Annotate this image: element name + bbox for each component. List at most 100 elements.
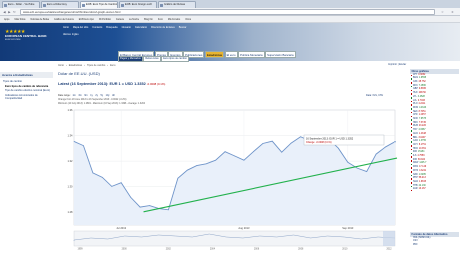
sidebar-item[interactable]: Tipo de cambio efectivo nominal (Euro): [3, 89, 51, 92]
currency-code: CAD: [413, 140, 418, 143]
data-point: [92, 172, 94, 174]
breadcrumb-item[interactable]: Estadísticas: [69, 64, 82, 67]
range-button[interactable]: 10y: [106, 94, 110, 97]
currency-link[interactable]: ZAR13.167: [410, 188, 460, 192]
breadcrumb-item[interactable]: Tipos de cambio: [87, 64, 105, 67]
data-point: [281, 151, 283, 153]
reload-icon[interactable]: ↻: [12, 10, 17, 15]
subnav-tab[interactable]: Pagos y Mercados: [118, 56, 143, 62]
url-input[interactable]: www.ecb.europa.eu/stats/exchange/eurofxr…: [20, 9, 435, 15]
bookmark-item[interactable]: Gráfico de Futuros: [54, 18, 74, 21]
navigator-year-label: 2006: [254, 248, 260, 250]
currency-code: DKK: [413, 84, 418, 87]
data-point: [262, 143, 264, 144]
menu-icon[interactable]: ≡: [450, 10, 455, 15]
bookmark-item[interactable]: Noticias de Bolsa: [30, 18, 48, 21]
bookmark-item[interactable]: ECB Euro tipo: [79, 18, 94, 21]
change-info: Change from 18 June 2013 to 16 September…: [58, 99, 127, 101]
currency-value: 1.6285: [418, 173, 426, 176]
sidebar-item[interactable]: Indicadores Armonizados de Competitivida…: [3, 94, 51, 100]
range-button[interactable]: 6m: [84, 94, 87, 97]
bookmark-item[interactable]: Otros: [185, 18, 191, 21]
currency-code: LVL: [413, 99, 417, 102]
site-menu-item[interactable]: Directorio de Enlaces: [151, 26, 175, 29]
site-utility-menu: Inicio Mapa del sitio Contacto Búsqueda Glos…: [63, 26, 191, 29]
browser-tab[interactable]: ECB: Euro foreign exch: [119, 1, 157, 8]
range-button[interactable]: 1y: [90, 94, 93, 97]
bookmark-item[interactable]: Blog Fin: [144, 18, 153, 21]
currency-value: 15184: [417, 151, 425, 154]
currency-value: 2.6667: [418, 129, 426, 132]
data-point: [177, 177, 179, 179]
site-menu-item[interactable]: Glosario: [122, 26, 131, 29]
bullet-icon: [410, 145, 413, 147]
data-point: [243, 159, 245, 161]
site-menu-item[interactable]: Inicio: [63, 26, 69, 29]
data-point: [83, 145, 84, 146]
sidebar-item[interactable]: Euro tipos de cambio de referencia: [3, 85, 51, 88]
breadcrumb-item[interactable]: Inicio: [58, 64, 64, 67]
bookmark-item[interactable]: La Noche: [129, 18, 139, 21]
range-button[interactable]: 3m: [78, 94, 81, 97]
format-link[interactable]: PDF: [410, 244, 459, 248]
site-menu-item[interactable]: Mapa del sitio: [73, 26, 88, 29]
y-tick-label: 1.32: [67, 159, 73, 163]
currency-code: AUD: [413, 132, 418, 135]
bookmark-item[interactable]: Foro: [158, 18, 163, 21]
bullet-icon: [410, 93, 413, 95]
currency-value: 13.167: [418, 188, 426, 191]
currency-value: 43.226: [418, 125, 426, 128]
currency-code: MXN: [413, 166, 419, 169]
subnav-tab[interactable]: Euro tipos de cambio: [161, 56, 189, 62]
nav-tab[interactable]: Política Monetaria: [238, 51, 265, 59]
alternative-formats: Formato de datos Alternativo XML (SDMX-M…: [410, 230, 459, 248]
nav-tab[interactable]: El euro: [224, 51, 238, 59]
bullet-icon: [410, 163, 413, 166]
range-button[interactable]: All: [112, 94, 115, 97]
currency-value: 7.9575: [418, 118, 427, 121]
breadcrumb-item[interactable]: Euro: [110, 64, 115, 67]
tab-favicon-icon: [82, 3, 86, 7]
browser-tab[interactable]: Euro a Dólar Hoy: [41, 1, 79, 8]
currency-code: TRY: [413, 129, 418, 132]
currency-code: SEK: [413, 110, 418, 113]
currency-code: MYR: [413, 169, 419, 172]
star-icon[interactable]: ☆: [440, 10, 445, 15]
sidebar-heading[interactable]: Acerca a Estadísticas: [0, 72, 53, 78]
bullet-icon: [410, 189, 413, 192]
bookmark-item[interactable]: Más Sitios: [14, 18, 25, 21]
download-links[interactable]: Data: XLS, CSV: [366, 94, 383, 97]
data-point: [224, 151, 226, 153]
bullet-icon: [410, 152, 413, 155]
sidebar-item[interactable]: Tipos de cambio: [3, 80, 51, 83]
browser-tab[interactable]: Gráfico de Divisas: [158, 1, 196, 8]
tooltip-text: 16 September 2013: EUR 1 = USD 1.3352: [306, 138, 354, 141]
site-menu-item[interactable]: Búsqueda: [106, 26, 117, 29]
bullet-icon: [410, 122, 413, 125]
language-selector[interactable]: Idioma: Inglés: [63, 33, 79, 36]
bookmark-item[interactable]: Cartera: [116, 18, 124, 21]
currency-code: GBP: [413, 88, 418, 91]
subnav-tab[interactable]: Referencias: [143, 56, 161, 62]
browser-tab[interactable]: ECB: Euro Tipo de Cambio: [80, 1, 118, 8]
browser-tab[interactable]: Euro - Dólar - YouTube: [2, 1, 40, 8]
bookmark-item[interactable]: Mis Fondos: [168, 18, 180, 21]
latest-rate-text: Latest (16 September 2013): EUR 1 = USD …: [58, 82, 146, 86]
nav-tab[interactable]: Estadísticas: [204, 51, 225, 59]
bullet-icon: [410, 167, 413, 169]
bookmark-item[interactable]: Mi Portfolio: [99, 18, 111, 21]
bookmark-item[interactable]: Apps: [4, 18, 9, 21]
range-button[interactable]: 1m: [72, 94, 75, 97]
range-button[interactable]: 5y: [100, 94, 103, 97]
exchange-rate-chart[interactable]: 1.36 1.34 1.32 1.30 1.28 Jul 2013 Aug 2013 Sep …: [58, 107, 403, 250]
site-menu-item[interactable]: Buscar: [179, 26, 187, 29]
y-tick-label: 1.30: [67, 185, 73, 189]
site-menu-item[interactable]: Calendario: [135, 26, 147, 29]
ecb-logo[interactable]: ★★★★★ EUROPEAN CENTRAL BANK EUROSYSTEM: [5, 29, 55, 55]
page-tools[interactable]: Imprimir | Enviar: [388, 63, 406, 66]
nav-tab[interactable]: Supervisión Bancaria: [265, 51, 296, 59]
currency-value: 3.4528: [417, 95, 425, 98]
site-menu-item[interactable]: Contacto: [92, 26, 102, 29]
range-button[interactable]: 2y: [95, 94, 98, 97]
data-point: [234, 155, 235, 157]
